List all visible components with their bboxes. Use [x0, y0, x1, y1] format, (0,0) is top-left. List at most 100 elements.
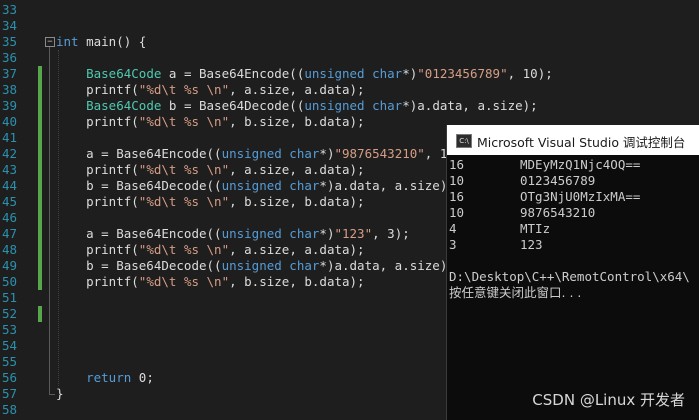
code-token: unsigned char [221, 226, 320, 241]
line-number: 55 [1, 354, 17, 369]
output-data: OTg3NjU0MzIxMA== [520, 189, 641, 204]
console-prompt-line: 按任意键关闭此窗口. . . [449, 285, 582, 300]
code-token: "%d\t %s \n" [138, 82, 230, 97]
code-token: "123" [334, 226, 373, 241]
line-number: 51 [1, 290, 17, 305]
console-title: Microsoft Visual Studio 调试控制台 [477, 135, 686, 150]
code-token: , b.size, b.data); [229, 194, 365, 209]
code-line[interactable]: 33 [0, 2, 699, 18]
code-token: unsigned char [221, 146, 320, 161]
code-token: "%d\t %s \n" [138, 114, 230, 129]
code-token: "%d\t %s \n" [138, 194, 230, 209]
code-token: , a.size, a.data); [229, 162, 365, 177]
code-token: 0; [131, 370, 154, 385]
line-number: 45 [1, 194, 17, 209]
code-token: } [56, 386, 64, 401]
code-token: Base64Code [86, 98, 162, 113]
code-text: int main() { [56, 34, 146, 50]
watermark: CSDN @Linux 开发者 [532, 391, 685, 409]
output-data: MDEyMzQ1Njc4OQ== [520, 157, 641, 172]
console-app-icon: C:\ [456, 134, 472, 148]
code-token: unsigned char [221, 258, 320, 273]
code-text: printf("%d\t %s \n", b.size, b.data); [56, 194, 365, 210]
code-token: printf( [56, 242, 139, 257]
console-line: 3 123 [449, 237, 699, 253]
code-token: unsigned char [304, 98, 403, 113]
code-token: , a.size, a.data); [229, 242, 365, 257]
code-token: , a.size, a.data); [229, 82, 365, 97]
console-line: 10 9876543210 [449, 205, 699, 221]
code-token: "%d\t %s \n" [138, 274, 230, 289]
code-token: b = Base64Decode(( [161, 98, 305, 113]
line-number: 50 [1, 274, 17, 289]
code-text: printf("%d\t %s \n", a.size, a.data); [56, 82, 365, 98]
code-token: a = Base64Encode(( [161, 66, 305, 81]
console-output: 16 MDEyMzQ1Njc4OQ== 10 0123456789 16 OTg3NjU0… [449, 157, 699, 301]
change-marker [38, 306, 42, 322]
line-number: 37 [1, 66, 17, 81]
outline-guide-end [49, 394, 55, 395]
console-line: 16 MDEyMzQ1Njc4OQ== [449, 157, 699, 173]
code-token: , b.size, b.data); [229, 274, 365, 289]
line-number: 33 [1, 2, 17, 17]
code-line[interactable]: 39 Base64Code b = Base64Decode((unsigned… [0, 98, 699, 114]
code-token: "%d\t %s \n" [138, 242, 230, 257]
console-path-line: D:\Desktop\C++\RemotControl\x64\ [449, 269, 690, 284]
change-marker [38, 258, 42, 274]
debug-console-window[interactable]: C:\ Microsoft Visual Studio 调试控制台 16 MDEy… [446, 125, 699, 420]
code-token: *)a.data, a.size); [319, 178, 455, 193]
code-token: b = Base64Decode(( [56, 258, 222, 273]
output-size: 3 [449, 237, 457, 252]
line-number: 48 [1, 242, 17, 257]
line-number: 57 [1, 386, 17, 401]
collapse-icon[interactable]: − [45, 37, 55, 47]
code-token: return [86, 370, 132, 385]
code-text: a = Base64Encode((unsigned char*)"987654… [56, 146, 470, 162]
line-number: 42 [1, 146, 17, 161]
line-number: 56 [1, 370, 17, 385]
code-token: a = Base64Encode(( [56, 146, 222, 161]
code-token: , b.size, b.data); [229, 114, 365, 129]
line-number: 46 [1, 210, 17, 225]
code-line[interactable]: 34 [0, 18, 699, 34]
change-marker [38, 130, 42, 146]
line-number: 40 [1, 114, 17, 129]
line-number: 49 [1, 258, 17, 273]
output-size: 16 [449, 189, 465, 204]
change-marker [38, 82, 42, 98]
code-line[interactable]: 37 Base64Code a = Base64Encode((unsigned… [0, 66, 699, 82]
code-line[interactable]: 36 [0, 50, 699, 66]
code-token: , 10); [507, 66, 553, 81]
line-number: 39 [1, 98, 17, 113]
console-title-bar[interactable]: C:\ Microsoft Visual Studio 调试控制台 [447, 125, 699, 155]
code-line[interactable]: 35 − int main() { [0, 34, 699, 50]
code-token: printf( [56, 114, 139, 129]
change-marker [38, 114, 42, 130]
output-size: 10 [449, 205, 465, 220]
indent-guide [58, 50, 59, 386]
code-text: b = Base64Decode((unsigned char*)a.data,… [56, 178, 455, 194]
code-text: printf("%d\t %s \n", a.size, a.data); [56, 162, 365, 178]
code-text: } [56, 386, 64, 402]
line-number: 35 [1, 34, 17, 49]
output-size: 10 [449, 173, 465, 188]
code-text: return 0; [56, 370, 154, 386]
code-token: *) [402, 66, 418, 81]
code-text: a = Base64Encode((unsigned char*)"123", … [56, 226, 410, 242]
change-marker [38, 226, 42, 242]
code-token: printf( [56, 82, 139, 97]
line-number: 47 [1, 226, 17, 241]
code-token: printf( [56, 194, 139, 209]
code-text: Base64Code a = Base64Encode((unsigned ch… [56, 66, 553, 82]
code-token: *)a.data, a.size); [319, 258, 455, 273]
line-number: 41 [1, 130, 17, 145]
code-line[interactable]: 38 printf("%d\t %s \n", a.size, a.data); [0, 82, 699, 98]
line-number: 34 [1, 18, 17, 33]
console-line: 10 0123456789 [449, 173, 699, 189]
code-token: *) [319, 146, 335, 161]
code-token: Base64Code [86, 66, 162, 81]
code-text: b = Base64Decode((unsigned char*)a.data,… [56, 258, 455, 274]
code-text: printf("%d\t %s \n", a.size, a.data); [56, 242, 365, 258]
